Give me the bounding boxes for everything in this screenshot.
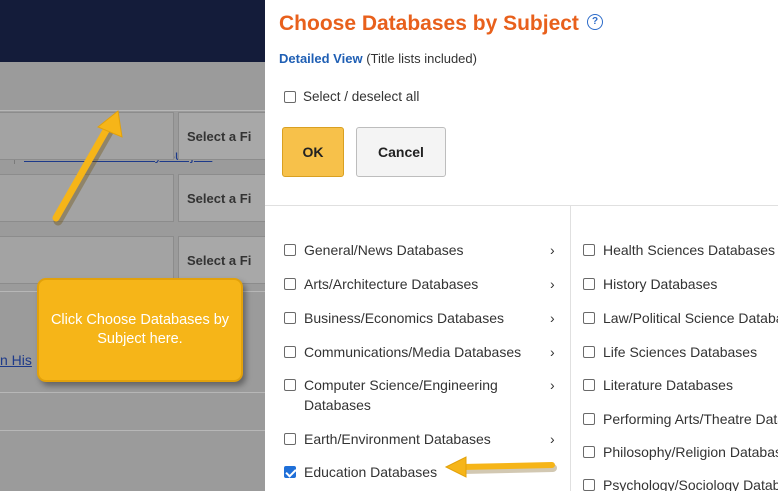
select-all-row[interactable]: Select / deselect all <box>284 89 419 104</box>
choose-databases-panel: Choose Databases by Subject ? Detailed V… <box>265 0 778 491</box>
subject-checkbox[interactable] <box>583 446 595 458</box>
chevron-right-icon[interactable]: › <box>550 376 555 394</box>
chevron-right-icon[interactable]: › <box>550 275 555 293</box>
background-header <box>0 0 265 62</box>
subject-checkbox[interactable] <box>583 312 595 324</box>
cancel-button[interactable]: Cancel <box>356 127 446 177</box>
subject-checkbox[interactable] <box>284 379 296 391</box>
subject-label: Computer Science/Engineering <box>304 377 498 393</box>
chevron-right-icon[interactable]: › <box>550 241 555 259</box>
select-all-checkbox[interactable] <box>284 91 296 104</box>
subject-label: Life Sciences Databases <box>603 344 758 360</box>
subject-list-right: Health Sciences Databases History Databa… <box>583 0 778 491</box>
detailed-view-link[interactable]: Detailed View <box>279 51 363 66</box>
background-divider <box>0 392 265 393</box>
background-field-select[interactable]: Select a Fi <box>178 236 268 284</box>
subject-label: General/News Databases <box>304 242 464 258</box>
background-divider <box>0 430 265 431</box>
chevron-right-icon[interactable]: › <box>550 309 555 327</box>
subject-label: Education Databases <box>304 464 438 480</box>
subject-label: Performing Arts/Theatre Databases <box>603 411 778 427</box>
subject-checkbox[interactable] <box>583 413 595 425</box>
callout-arrow-left <box>444 456 557 478</box>
subject-checkbox[interactable] <box>284 244 296 256</box>
subject-checkbox[interactable] <box>583 278 595 290</box>
subject-checkbox[interactable] <box>583 379 595 391</box>
chevron-right-icon[interactable]: › <box>550 343 555 361</box>
subject-label: Psychology/Sociology Databases <box>603 477 778 491</box>
detailed-view-note: (Title lists included) <box>362 51 477 66</box>
subject-label: Literature Databases <box>603 377 733 393</box>
subject-checkbox[interactable] <box>284 433 296 445</box>
subject-label: Communications/Media Databases <box>304 344 522 360</box>
subject-checkbox[interactable] <box>583 479 595 491</box>
subject-label: Philosophy/Religion Databases <box>603 444 778 460</box>
subject-label: Business/Economics Databases <box>304 310 504 326</box>
subject-checkbox[interactable] <box>284 346 296 358</box>
column-divider <box>570 206 571 491</box>
subject-label: Health Sciences Databases <box>603 242 775 258</box>
detailed-view-row: Detailed View (Title lists included) <box>279 51 477 66</box>
subject-checkbox[interactable] <box>284 312 296 324</box>
subject-label: History Databases <box>603 276 718 292</box>
background-field-select[interactable]: Select a Fi <box>178 174 268 222</box>
subject-label: Law/Political Science Databases <box>603 310 778 326</box>
background-search-box[interactable] <box>0 236 174 284</box>
select-all-label: Select / deselect all <box>303 89 420 104</box>
callout-text: Click Choose Databases by Subject here. <box>50 312 230 347</box>
background-history-link[interactable]: n His <box>0 352 32 368</box>
subject-label-line2: Databases <box>304 397 371 413</box>
callout-arrow-up <box>52 110 123 226</box>
subject-checkbox-checked[interactable] <box>284 466 296 478</box>
subject-checkbox[interactable] <box>583 346 595 358</box>
background-field-select[interactable]: Select a Fi <box>178 112 268 160</box>
chevron-right-icon[interactable]: › <box>550 430 555 448</box>
subject-checkbox[interactable] <box>583 244 595 256</box>
subject-label: Arts/Architecture Databases <box>304 276 479 292</box>
panel-title: Choose Databases by Subject <box>279 12 579 35</box>
ok-button[interactable]: OK <box>282 127 344 177</box>
subject-label: Earth/Environment Databases <box>304 431 491 447</box>
subject-checkbox[interactable] <box>284 278 296 290</box>
instruction-callout: Click Choose Databases by Subject here. <box>37 278 243 382</box>
